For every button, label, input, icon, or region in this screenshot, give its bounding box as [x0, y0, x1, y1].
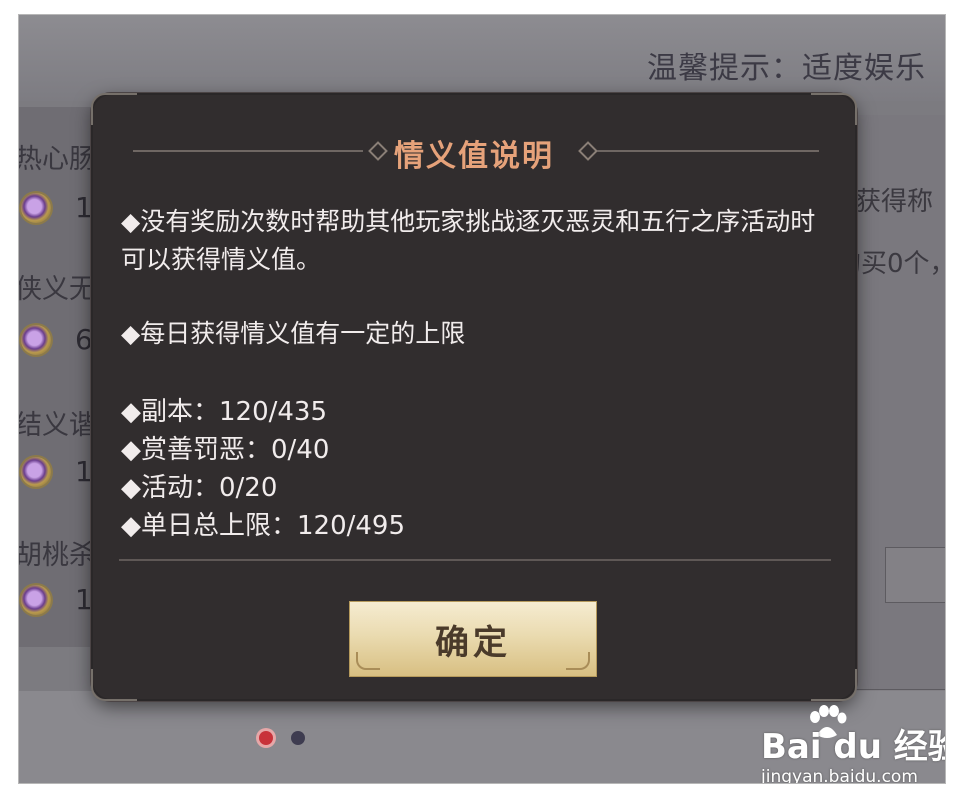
stat-line: ◆单日总上限：120/495 — [121, 511, 406, 541]
title-divider — [597, 150, 819, 152]
coin-icon — [21, 457, 51, 487]
top-bar: 温馨提示：适度娱乐 — [19, 15, 945, 101]
confirm-button[interactable]: 确定 — [349, 601, 597, 677]
list-item-title: 侠义无 — [18, 274, 96, 305]
corner-ornament — [91, 93, 137, 125]
limit-note-text: ◆每日获得情义值有一定的上限 — [121, 319, 466, 348]
coin-icon — [21, 325, 51, 355]
baidu-watermark: Bai du 经验 jingyan.baidu.com — [755, 705, 946, 784]
quantity-input[interactable] — [885, 547, 945, 603]
stat-line: ◆赏善罚恶：0/40 — [121, 435, 330, 465]
dialog-header: 情义值说明 — [93, 131, 855, 174]
info-dialog: 情义值说明 ◆没有奖励次数时帮助其他玩家挑战逐灭恶灵和五行之序活动时可以获得情义… — [91, 93, 857, 701]
dialog-title: 情义值说明 — [394, 139, 554, 174]
confirm-button-label: 确定 — [435, 622, 511, 663]
watermark-url: jingyan.baidu.com — [761, 767, 918, 784]
watermark-logo-text: Bai du 经验 — [761, 727, 946, 767]
dialog-divider — [119, 559, 831, 561]
list-item-title: 胡桃杀 — [18, 540, 96, 571]
page-dot-active[interactable] — [259, 731, 273, 745]
game-screen: 温馨提示：适度娱乐 热心肠 1 侠义无 6 结义谐 1 胡桃杀 1 可获得称 购… — [18, 14, 946, 784]
tip-text: 温馨提示：适度娱乐 — [647, 51, 926, 86]
button-ornament — [356, 652, 380, 670]
page-dot[interactable] — [291, 731, 305, 745]
stat-line: ◆副本：120/435 — [121, 397, 328, 427]
corner-ornament — [811, 669, 857, 701]
stat-line: ◆活动：0/20 — [121, 473, 278, 503]
coin-icon — [21, 585, 51, 615]
corner-ornament — [91, 669, 137, 701]
list-item-title: 热心肠 — [18, 144, 96, 175]
description-text: ◆没有奖励次数时帮助其他玩家挑战逐灭恶灵和五行之序活动时可以获得情义值。 — [121, 207, 816, 274]
coin-icon — [21, 193, 51, 223]
button-ornament — [566, 652, 590, 670]
list-item-title: 结义谐 — [18, 410, 96, 441]
corner-ornament — [811, 93, 857, 125]
